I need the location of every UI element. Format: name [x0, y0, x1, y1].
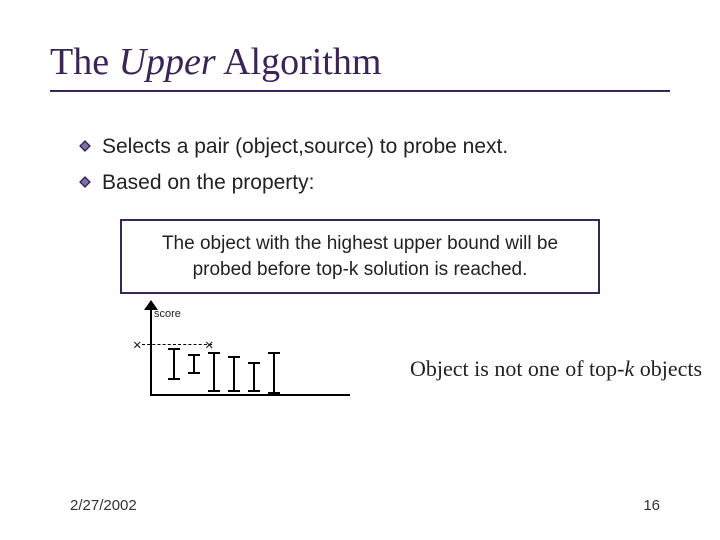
diamond-icon	[78, 132, 92, 162]
bullet-text: Selects a pair (object,source) to probe …	[102, 132, 508, 162]
caption-post: objects	[634, 356, 702, 381]
bullet-text: Based on the property:	[102, 168, 314, 198]
title-emph: Upper	[119, 41, 216, 83]
interval-bar	[208, 352, 220, 392]
title-post: Algorithm	[216, 41, 382, 83]
interval-bar	[228, 356, 240, 392]
bullet-item: Based on the property:	[78, 168, 670, 198]
caption-k: k	[624, 356, 634, 381]
interval-bar	[188, 354, 200, 374]
cross-icon: ✕	[133, 337, 141, 353]
interval-bar	[248, 362, 260, 392]
interval-bars	[168, 344, 280, 394]
property-box: The object with the highest upper bound …	[120, 219, 600, 294]
slide: The Upper Algorithm Selects a pair (obje…	[0, 0, 720, 540]
interval-bar	[168, 348, 180, 380]
bullet-list: Selects a pair (object,source) to probe …	[78, 132, 670, 199]
footer-date: 2/27/2002	[70, 497, 137, 514]
diagram-caption: Object is not one of top-k objects	[410, 356, 702, 382]
x-baseline	[150, 394, 350, 396]
interval-bar	[268, 352, 280, 394]
diamond-icon	[78, 168, 92, 198]
slide-title: The Upper Algorithm	[50, 40, 670, 92]
diagram: score ✕ ✕ Object is not one of top-k obj…	[120, 304, 670, 424]
property-text: The object with the highest upper bound …	[162, 233, 558, 280]
caption-pre: Object is not one of top-	[410, 356, 624, 381]
y-axis	[150, 304, 152, 396]
footer: 2/27/2002 16	[70, 497, 660, 514]
axis-label: score	[154, 308, 181, 320]
title-pre: The	[50, 41, 119, 83]
bullet-item: Selects a pair (object,source) to probe …	[78, 132, 670, 162]
footer-page: 16	[643, 497, 660, 514]
